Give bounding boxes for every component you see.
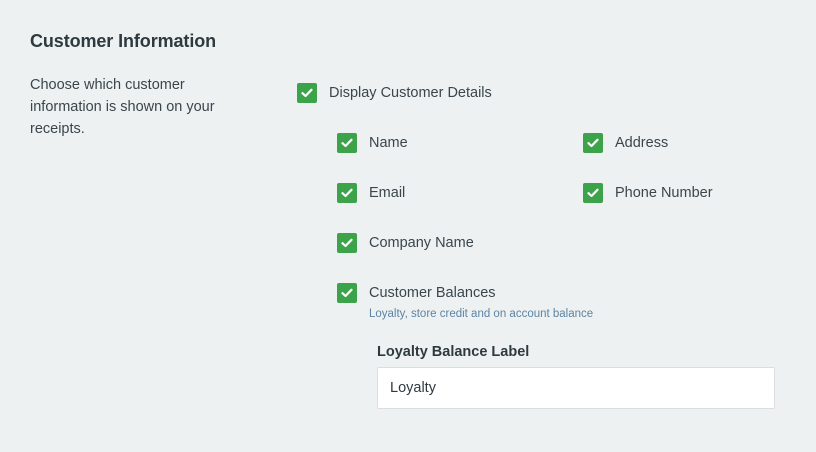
address-checkbox[interactable] xyxy=(583,133,603,153)
address-label: Address xyxy=(615,135,669,151)
name-label: Name xyxy=(369,135,408,151)
email-option[interactable]: Email xyxy=(337,183,405,203)
check-icon xyxy=(341,138,353,148)
display-customer-details-label: Display Customer Details xyxy=(329,85,492,101)
section-title: Customer Information xyxy=(30,31,217,51)
check-icon xyxy=(341,188,353,198)
check-icon xyxy=(341,238,353,248)
company-name-option[interactable]: Company Name xyxy=(337,233,474,253)
email-checkbox[interactable] xyxy=(337,183,357,203)
company-name-label: Company Name xyxy=(369,235,474,251)
check-icon xyxy=(341,288,353,298)
loyalty-balance-label-heading: Loyalty Balance Label xyxy=(377,344,530,360)
customer-balances-option[interactable]: Customer Balances xyxy=(337,283,496,303)
company-name-checkbox[interactable] xyxy=(337,233,357,253)
check-icon xyxy=(587,188,599,198)
email-label: Email xyxy=(369,185,406,201)
loyalty-balance-label-input[interactable] xyxy=(377,367,775,409)
customer-balances-label: Customer Balances xyxy=(369,285,496,301)
customer-balances-hint: Loyalty, store credit and on account bal… xyxy=(369,308,594,320)
display-customer-details-checkbox[interactable] xyxy=(297,83,317,103)
section-description: Choose which customer information is sho… xyxy=(30,77,215,137)
display-customer-details-option[interactable]: Display Customer Details xyxy=(297,83,492,103)
name-option[interactable]: Name xyxy=(337,133,408,153)
check-icon xyxy=(587,138,599,148)
phone-number-option[interactable]: Phone Number xyxy=(583,183,713,203)
customer-balances-checkbox[interactable] xyxy=(337,283,357,303)
address-option[interactable]: Address xyxy=(583,133,668,153)
phone-number-label: Phone Number xyxy=(615,185,713,201)
check-icon xyxy=(301,88,313,98)
name-checkbox[interactable] xyxy=(337,133,357,153)
phone-number-checkbox[interactable] xyxy=(583,183,603,203)
